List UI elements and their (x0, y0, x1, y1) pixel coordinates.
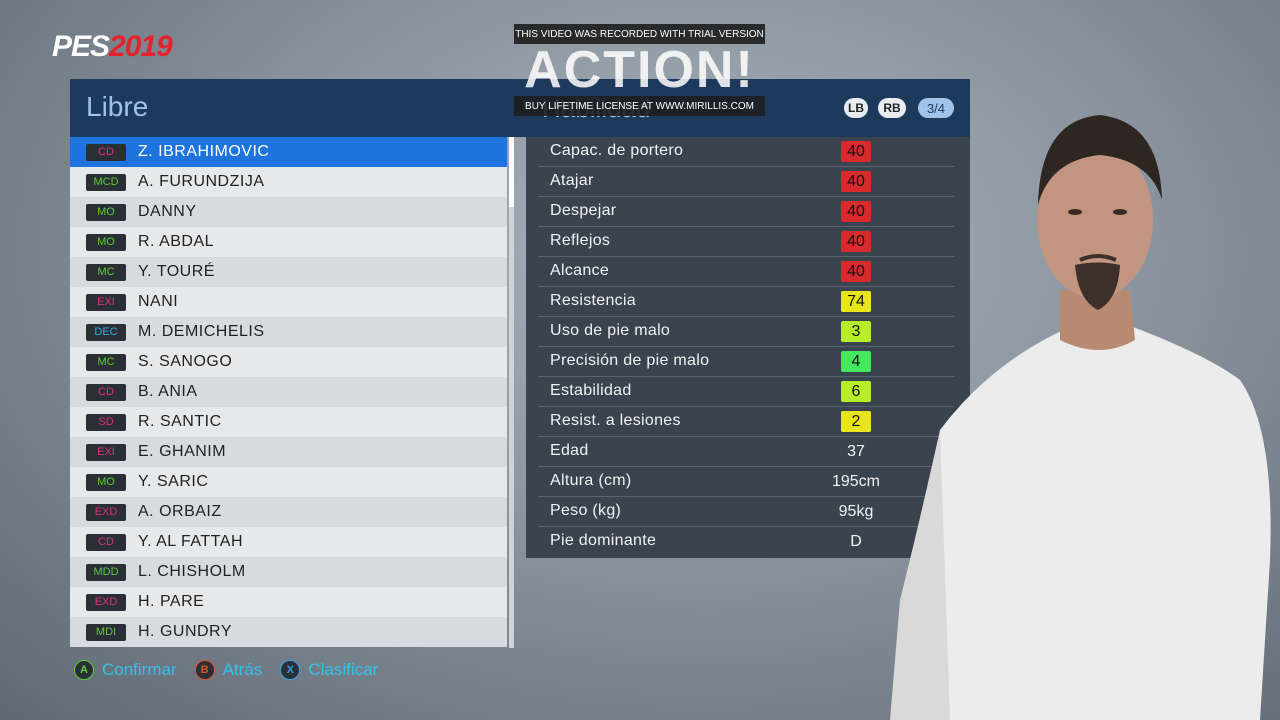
position-badge: MC (86, 353, 126, 371)
player-name: A. FURUNDZIJA (138, 173, 265, 190)
logo-year: 2019 (109, 30, 173, 63)
recorder-watermark: THIS VIDEO WAS RECORDED WITH TRIAL VERSI… (514, 24, 765, 116)
help-item[interactable]: B Atrás (194, 660, 263, 680)
player-list-panel: Libre CD Z. IBRAHIMOVIC MCD A. FURUNDZIJA MO… (70, 79, 514, 648)
player-name: H. GUNDRY (138, 623, 232, 640)
player-name: L. CHISHOLM (138, 563, 246, 580)
logo-prefix: PES (52, 30, 110, 63)
position-badge: CD (86, 533, 126, 551)
controller-button-icon: A (74, 660, 94, 680)
help-label: Confirmar (102, 660, 177, 679)
watermark-bottom-text: BUY LIFETIME LICENSE AT WWW.MIRILLIS.COM (514, 96, 765, 116)
stat-value: 4 (841, 351, 871, 372)
help-label: Clasificar (308, 660, 379, 679)
player-name: Y. AL FATTAH (138, 533, 243, 550)
player-row[interactable]: MC S. SANOGO (70, 347, 507, 377)
player-name: S. SANOGO (138, 353, 233, 370)
player-row[interactable]: MO DANNY (70, 197, 507, 227)
controller-button-icon: X (280, 660, 301, 680)
button-help-bar: A Confirmar B Atrás X Clasificar (74, 660, 396, 680)
stat-label: Reflejos (550, 232, 611, 249)
stat-value: 2 (841, 411, 871, 432)
position-badge: EXD (86, 593, 126, 611)
stat-label: Peso (kg) (550, 502, 622, 519)
watermark-logo: ACTION! (524, 41, 755, 99)
stat-value: 74 (841, 291, 871, 312)
player-row[interactable]: CD Z. IBRAHIMOVIC (70, 137, 507, 167)
player-row[interactable]: EXD H. PARE (70, 587, 507, 617)
stat-label: Alcance (550, 262, 610, 279)
player-name: B. ANIA (138, 383, 198, 400)
stat-label: Pie dominante (550, 532, 657, 549)
stat-label: Resist. a lesiones (550, 412, 681, 429)
help-item[interactable]: A Confirmar (74, 660, 177, 680)
player-row[interactable]: MCD A. FURUNDZIJA (70, 167, 507, 197)
player-name: A. ORBAIZ (138, 503, 222, 520)
player-row[interactable]: DEC M. DEMICHELIS (70, 317, 507, 347)
player-row[interactable]: MDI H. GUNDRY (70, 617, 507, 647)
position-badge: MDI (86, 623, 126, 641)
player-row[interactable]: CD Y. AL FATTAH (70, 527, 507, 557)
position-badge: MDD (86, 563, 126, 581)
help-label: Atrás (222, 660, 263, 679)
position-badge: CD (86, 143, 126, 161)
player-row[interactable]: MO Y. SARIC (70, 467, 507, 497)
position-badge: MO (86, 203, 126, 221)
position-badge: EXD (86, 503, 126, 521)
stat-value: 6 (841, 381, 871, 402)
player-name: NANI (138, 293, 179, 310)
pes-logo: PES2019 (52, 30, 173, 64)
player-name: M. DEMICHELIS (138, 323, 265, 340)
player-row[interactable]: EXI NANI (70, 287, 507, 317)
position-badge: MO (86, 233, 126, 251)
stat-label: Uso de pie malo (550, 322, 671, 339)
stat-label: Altura (cm) (550, 472, 632, 489)
player-portrait (890, 115, 1271, 720)
player-name: Y. TOURÉ (138, 263, 215, 280)
position-badge: CD (86, 383, 126, 401)
position-badge: DEC (86, 323, 126, 341)
player-row[interactable]: MO R. ABDAL (70, 227, 507, 257)
player-row[interactable]: SD R. SANTIC (70, 407, 507, 437)
stat-label: Despejar (550, 202, 617, 219)
position-badge: MCD (86, 173, 126, 191)
stat-label: Atajar (550, 172, 594, 189)
player-row[interactable]: EXI E. GHANIM (70, 437, 507, 467)
stat-value: 40 (841, 141, 871, 162)
player-name: R. ABDAL (138, 233, 215, 250)
player-name: H. PARE (138, 593, 205, 610)
position-badge: EXI (86, 443, 126, 461)
list-title: Libre (86, 91, 149, 122)
player-row[interactable]: CD B. ANIA (70, 377, 507, 407)
stat-value: 40 (841, 261, 871, 282)
player-row[interactable]: MC Y. TOURÉ (70, 257, 507, 287)
player-name: DANNY (138, 203, 197, 220)
stat-value: 40 (841, 171, 871, 192)
stat-value: 40 (841, 231, 871, 252)
list-header: Libre (70, 79, 514, 137)
position-badge: EXI (86, 293, 126, 311)
stat-label: Estabilidad (550, 382, 632, 399)
help-item[interactable]: X Clasificar (280, 660, 378, 680)
stat-label: Resistencia (550, 292, 637, 309)
stat-label: Edad (550, 442, 589, 459)
position-badge: SD (86, 413, 126, 431)
player-row[interactable]: EXD A. ORBAIZ (70, 497, 507, 527)
stat-label: Precisión de pie malo (550, 352, 710, 369)
lb-button[interactable]: LB (844, 98, 868, 118)
position-badge: MC (86, 263, 126, 281)
stat-value: 3 (841, 321, 871, 342)
player-list: CD Z. IBRAHIMOVIC MCD A. FURUNDZIJA MO DANNY M… (70, 137, 507, 648)
player-row[interactable]: MDD L. CHISHOLM (70, 557, 507, 587)
position-badge: MO (86, 473, 126, 491)
controller-button-icon: B (194, 660, 215, 680)
player-name: Y. SARIC (138, 473, 209, 490)
stat-label: Capac. de portero (550, 142, 684, 159)
player-name: Z. IBRAHIMOVIC (138, 143, 270, 160)
stat-value: 40 (841, 201, 871, 222)
player-name: E. GHANIM (138, 443, 227, 460)
player-name: R. SANTIC (138, 413, 222, 430)
